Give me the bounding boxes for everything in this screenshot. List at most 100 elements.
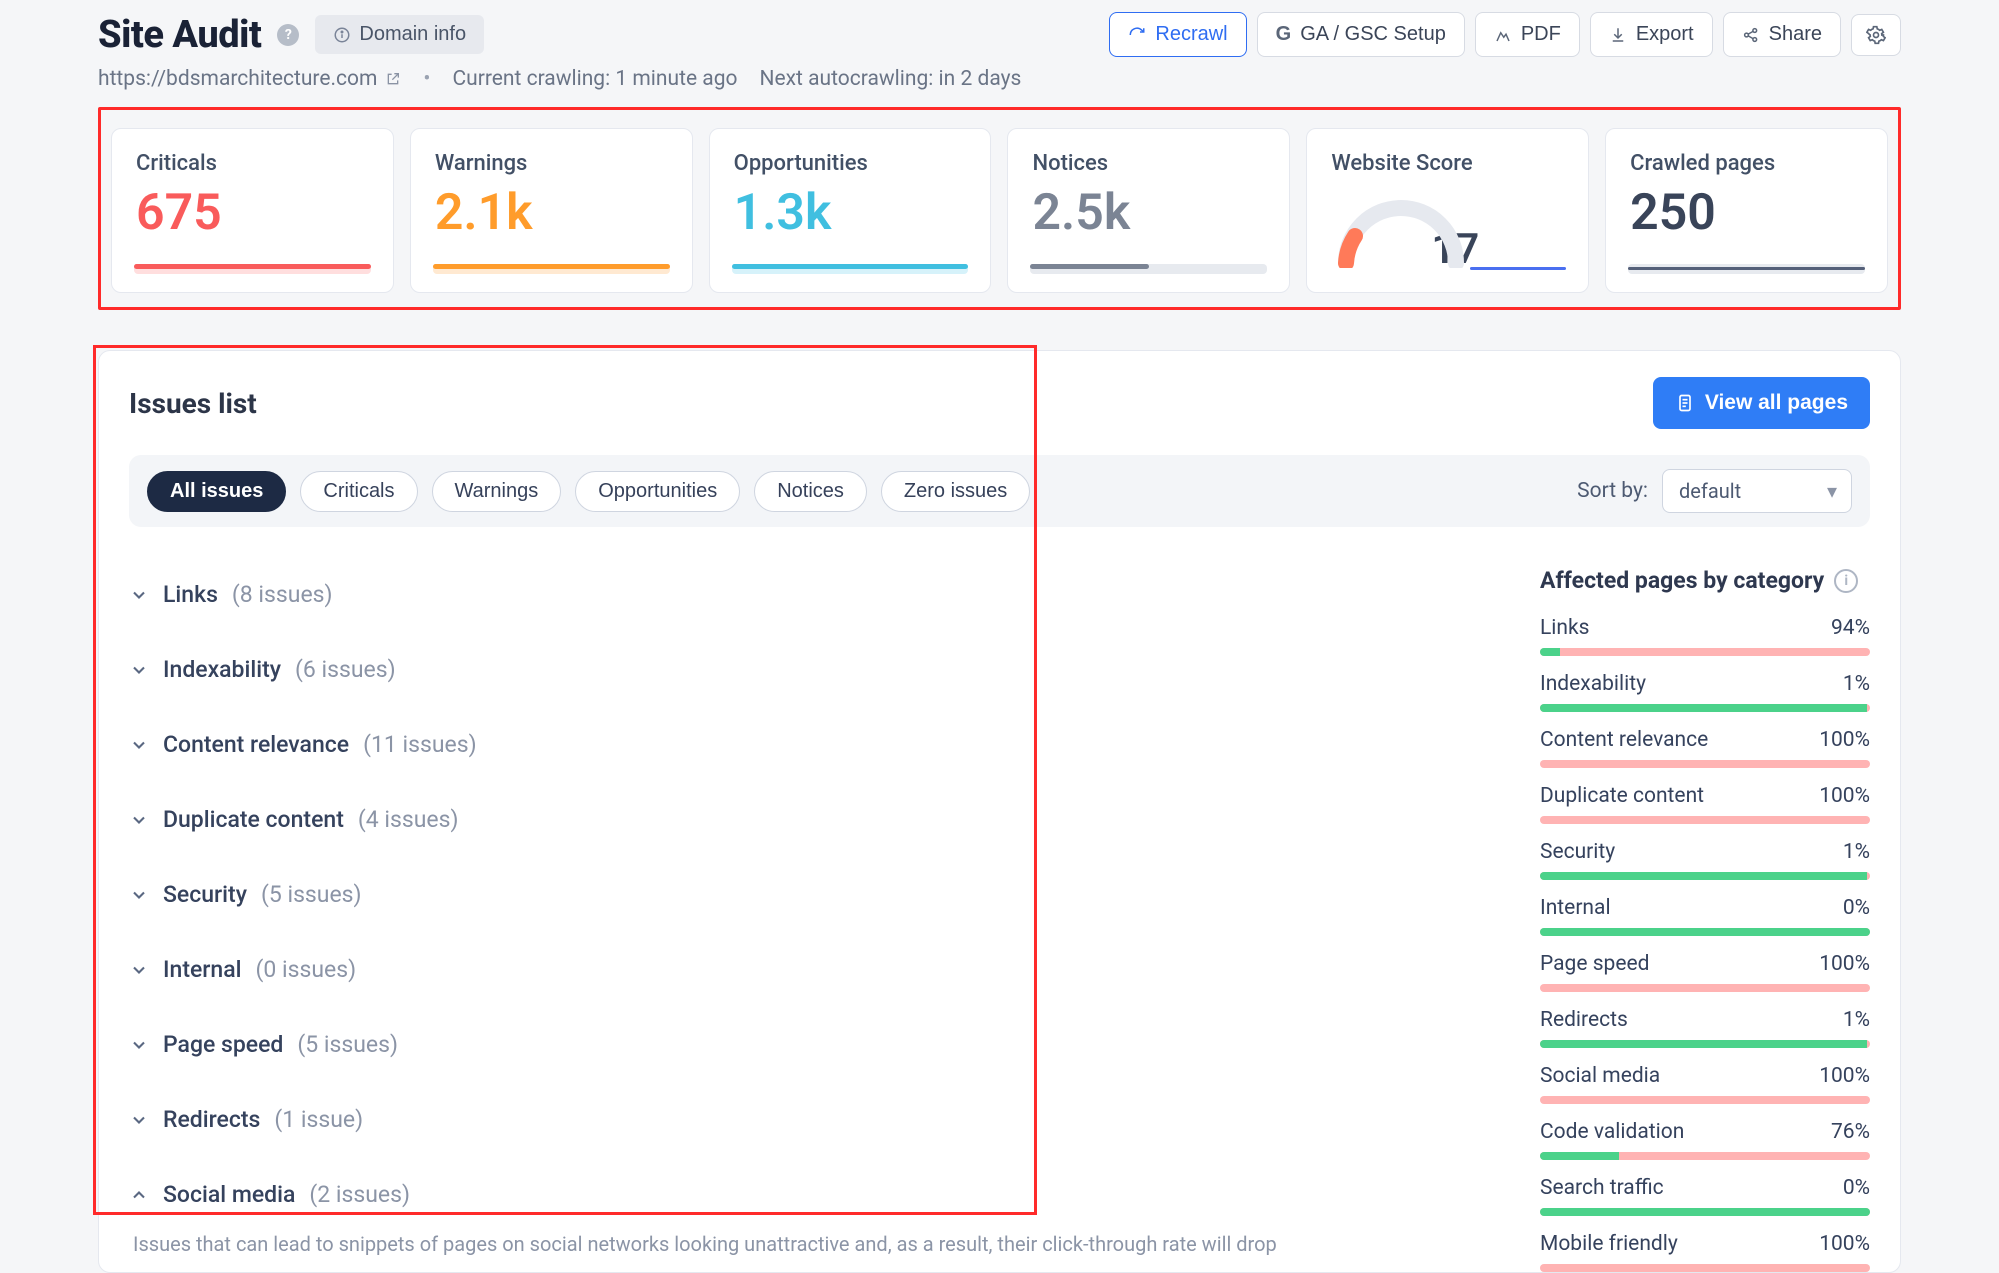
card-opportunities-bar [732, 264, 969, 274]
affected-item-label: Social media [1540, 1064, 1660, 1088]
card-score-label: Website Score [1331, 151, 1564, 176]
issue-name: Security [163, 881, 247, 908]
share-label: Share [1769, 23, 1822, 46]
settings-button[interactable] [1851, 14, 1901, 56]
affected-item-bar [1540, 1040, 1870, 1048]
affected-item-bar [1540, 1264, 1870, 1272]
recrawl-button[interactable]: Recrawl [1109, 12, 1246, 57]
card-website-score[interactable]: Website Score 17 [1306, 128, 1589, 293]
affected-item: Search traffic0% [1540, 1176, 1870, 1216]
issue-name: Redirects [163, 1106, 260, 1133]
view-all-pages-button[interactable]: View all pages [1653, 377, 1870, 429]
pdf-button[interactable]: PDF [1475, 12, 1580, 57]
affected-item-label: Redirects [1540, 1008, 1628, 1032]
affected-item: Links94% [1540, 616, 1870, 656]
affected-item-bar [1540, 928, 1870, 936]
score-gauge [1331, 188, 1471, 268]
card-criticals-label: Criticals [136, 151, 369, 176]
issue-row[interactable]: Redirects (1 issue) [129, 1082, 1490, 1157]
recrawl-label: Recrawl [1155, 23, 1227, 46]
affected-item-bar [1540, 1208, 1870, 1216]
affected-item-label: Content relevance [1540, 728, 1708, 752]
issue-group-description: Issues that can lead to snippets of page… [129, 1232, 1490, 1256]
issue-row[interactable]: Duplicate content (4 issues) [129, 782, 1490, 857]
affected-item-value: 100% [1819, 728, 1870, 752]
gear-icon [1866, 25, 1886, 45]
chevron-down-icon [129, 1110, 149, 1130]
issue-count: (5 issues) [297, 1031, 398, 1058]
card-criticals[interactable]: Criticals 675 [111, 128, 394, 293]
affected-item-label: Indexability [1540, 672, 1646, 696]
issue-row[interactable]: Links (8 issues) [129, 557, 1490, 632]
filter-chip-warnings[interactable]: Warnings [432, 471, 562, 512]
affected-item-value: 1% [1843, 1008, 1870, 1032]
issue-row[interactable]: Content relevance (11 issues) [129, 707, 1490, 782]
card-warnings-value: 2.1k [435, 188, 668, 238]
card-warnings-label: Warnings [435, 151, 668, 176]
info-icon[interactable]: i [1834, 569, 1858, 593]
affected-item: Redirects 1% [1540, 1008, 1870, 1048]
filter-chip-notices[interactable]: Notices [754, 471, 867, 512]
next-crawl-text: Next autocrawling: in 2 days [760, 67, 1022, 91]
issue-row[interactable]: Indexability (6 issues) [129, 632, 1490, 707]
card-opportunities[interactable]: Opportunities 1.3k [709, 128, 992, 293]
issue-row[interactable]: Social media (2 issues) [129, 1157, 1490, 1232]
card-warnings-bar [433, 264, 670, 274]
site-url-text: https://bdsmarchitecture.com [98, 67, 377, 91]
card-warnings[interactable]: Warnings 2.1k [410, 128, 693, 293]
refresh-icon [1128, 26, 1146, 44]
affected-item-value: 76% [1831, 1120, 1870, 1144]
affected-item: Internal0% [1540, 896, 1870, 936]
card-crawled-pages[interactable]: Crawled pages 250 [1605, 128, 1888, 293]
issue-name: Content relevance [163, 731, 349, 758]
share-button[interactable]: Share [1723, 12, 1841, 57]
issue-count: (1 issue) [274, 1106, 363, 1133]
card-crawled-value: 250 [1630, 188, 1863, 238]
filter-chip-zero[interactable]: Zero issues [881, 471, 1030, 512]
affected-item: Page speed100% [1540, 952, 1870, 992]
chevron-down-icon [129, 810, 149, 830]
affected-item-value: 1% [1843, 840, 1870, 864]
external-link-icon [385, 71, 401, 87]
domain-info-button[interactable]: Domain info [315, 15, 484, 54]
issue-row[interactable]: Security (5 issues) [129, 857, 1490, 932]
affected-item-label: Code validation [1540, 1120, 1684, 1144]
help-icon[interactable]: ? [277, 24, 299, 46]
issue-row[interactable]: Internal (0 issues) [129, 932, 1490, 1007]
affected-item-bar [1540, 816, 1870, 824]
issue-count: (5 issues) [261, 881, 362, 908]
export-button[interactable]: Export [1590, 12, 1713, 57]
issue-name: Page speed [163, 1031, 283, 1058]
affected-item-bar [1540, 1096, 1870, 1104]
issue-count: (6 issues) [295, 656, 396, 683]
sort-by-label: Sort by: [1577, 479, 1648, 503]
sort-select[interactable]: default ▾ [1662, 469, 1852, 513]
issue-count: (0 issues) [256, 956, 357, 983]
domain-info-label: Domain info [359, 23, 466, 46]
chevron-down-icon [129, 735, 149, 755]
affected-item-label: Search traffic [1540, 1176, 1664, 1200]
affected-item-value: 100% [1819, 1064, 1870, 1088]
chevron-down-icon [129, 885, 149, 905]
card-criticals-value: 675 [136, 188, 369, 238]
filter-chip-criticals[interactable]: Criticals [300, 471, 417, 512]
affected-item-bar [1540, 760, 1870, 768]
affected-item-label: Links [1540, 616, 1590, 640]
affected-item-value: 100% [1819, 1232, 1870, 1256]
issues-panel: Issues list View all pages All issues Cr… [98, 350, 1901, 1273]
affected-item: Content relevance 100% [1540, 728, 1870, 768]
issue-count: (4 issues) [358, 806, 459, 833]
affected-item-value: 1% [1843, 672, 1870, 696]
filter-chip-opportunities[interactable]: Opportunities [575, 471, 740, 512]
issues-list-title: Issues list [129, 387, 257, 420]
affected-item: Mobile friendly100% [1540, 1232, 1870, 1272]
filter-chip-all[interactable]: All issues [147, 471, 286, 512]
ga-gsc-setup-button[interactable]: G GA / GSC Setup [1257, 12, 1465, 57]
card-opportunities-label: Opportunities [734, 151, 967, 176]
issue-row[interactable]: Page speed (5 issues) [129, 1007, 1490, 1082]
site-url-link[interactable]: https://bdsmarchitecture.com [98, 67, 401, 91]
card-notices[interactable]: Notices 2.5k [1007, 128, 1290, 293]
affected-item-value: 100% [1819, 784, 1870, 808]
issues-list: Links (8 issues)Indexability (6 issues)C… [129, 557, 1490, 1272]
issue-count: (11 issues) [363, 731, 477, 758]
